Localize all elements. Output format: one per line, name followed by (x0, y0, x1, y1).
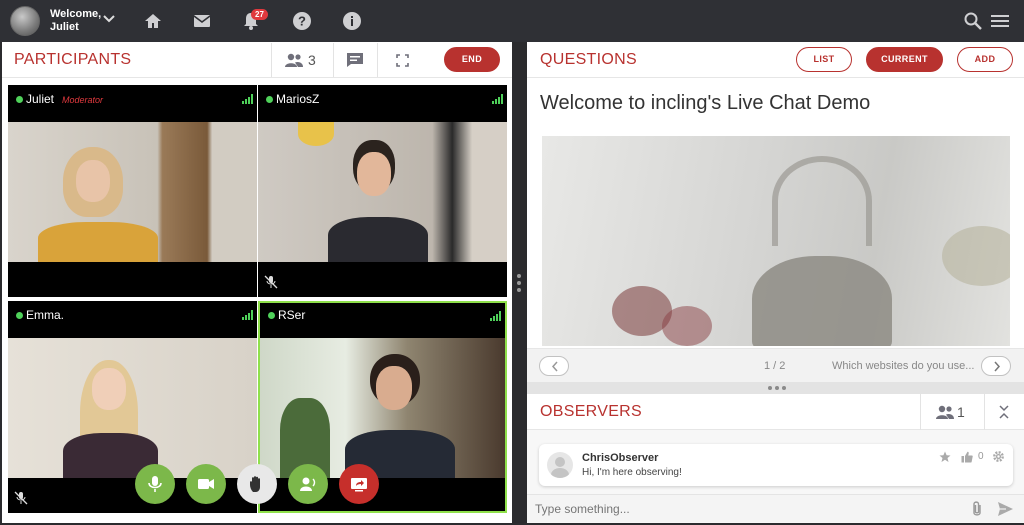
video-feed (260, 338, 505, 478)
chevron-left-icon (551, 361, 558, 372)
hand-icon (250, 476, 260, 492)
question-heading: Welcome to incling's Live Chat Demo (540, 92, 871, 114)
video-feed (8, 338, 257, 478)
question-pager: 1 / 2 Which websites do you use... (527, 348, 1024, 382)
online-dot (268, 312, 275, 319)
signal-icon (490, 311, 501, 321)
header-divider (920, 394, 921, 430)
welcome-text[interactable]: Welcome, Juliet (50, 8, 101, 34)
list-button[interactable]: LIST (796, 47, 852, 72)
fullscreen-icon[interactable] (396, 54, 409, 67)
participant-name: RSer (268, 308, 305, 322)
mic-muted-icon (264, 275, 278, 289)
send-icon[interactable] (997, 501, 1014, 517)
like-count: 0 (978, 451, 984, 462)
avatar[interactable] (10, 6, 40, 36)
end-button[interactable]: END (444, 47, 500, 72)
participant-name: Emma. (16, 308, 64, 322)
video-feed (258, 122, 507, 262)
thumbs-up-icon[interactable] (961, 451, 973, 463)
people-icon (285, 53, 303, 67)
observers-title: OBSERVERS (540, 403, 642, 420)
current-button[interactable]: CURRENT (866, 47, 943, 72)
horizontal-resize-bar[interactable] (527, 382, 1024, 394)
notification-badge: 27 (251, 9, 268, 20)
online-dot (266, 96, 273, 103)
mail-icon[interactable] (192, 11, 212, 31)
participant-name: Juliet Moderator (16, 92, 103, 106)
header-divider (984, 394, 985, 430)
chevron-down-icon[interactable] (102, 12, 116, 26)
add-button[interactable]: ADD (957, 47, 1013, 72)
star-icon[interactable] (939, 451, 951, 463)
screen-share-icon (351, 478, 367, 492)
signal-icon (492, 94, 503, 104)
raise-hand-button[interactable] (237, 464, 277, 504)
speaker-button[interactable] (288, 464, 328, 504)
message-input[interactable] (535, 500, 955, 518)
next-button[interactable] (981, 356, 1011, 376)
signal-icon (242, 310, 253, 320)
page-indicator: 1 / 2 (764, 360, 786, 372)
microphone-icon (148, 476, 162, 492)
video-tile-mariosz[interactable]: MariosZ (258, 85, 507, 297)
header-divider (271, 43, 272, 77)
top-bar: Welcome, Juliet 27 ? (0, 0, 1024, 42)
vertical-resize-handle[interactable] (515, 272, 523, 294)
header-divider (377, 43, 378, 77)
previous-button[interactable] (539, 356, 569, 376)
participants-title: PARTICIPANTS (14, 51, 132, 68)
avatar (547, 452, 573, 478)
camera-button[interactable] (186, 464, 226, 504)
search-icon[interactable] (963, 11, 983, 31)
header-divider (333, 43, 334, 77)
screen-share-button[interactable] (339, 464, 379, 504)
signal-icon (242, 94, 253, 104)
speaker-person-icon (300, 477, 316, 491)
question-image (542, 136, 1010, 346)
people-icon (936, 405, 954, 419)
chat-message: ChrisObserver Hi, I'm here observing! 0 (539, 444, 1013, 486)
home-icon[interactable] (143, 11, 163, 31)
next-question-text: Which websites do you use... (832, 360, 975, 372)
participant-name: MariosZ (266, 92, 319, 106)
collapse-icon[interactable] (998, 405, 1010, 419)
panel-divider (2, 77, 512, 78)
drag-dots-icon (768, 386, 786, 390)
participant-count: 3 (308, 52, 316, 68)
online-dot (16, 312, 23, 319)
mic-muted-icon (14, 491, 28, 505)
message-author: ChrisObserver (582, 452, 659, 464)
menu-icon[interactable] (990, 11, 1010, 31)
camera-icon (198, 479, 214, 489)
paperclip-icon[interactable] (971, 500, 983, 518)
microphone-button[interactable] (135, 464, 175, 504)
observers-header: OBSERVERS 1 (527, 394, 1024, 430)
online-dot (16, 96, 23, 103)
chevron-right-icon (994, 361, 1001, 372)
video-feed (8, 122, 257, 262)
questions-title: QUESTIONS (540, 51, 637, 68)
info-icon[interactable] (342, 11, 362, 31)
panel-divider (527, 77, 1024, 78)
gear-icon[interactable] (992, 450, 1005, 463)
observer-count: 1 (957, 404, 965, 420)
message-composer (527, 494, 1024, 522)
message-text: Hi, I'm here observing! (582, 467, 682, 478)
svg-text:?: ? (298, 14, 306, 29)
video-tile-juliet[interactable]: Juliet Moderator (8, 85, 257, 297)
help-icon[interactable]: ? (292, 11, 312, 31)
chat-icon[interactable] (346, 52, 364, 68)
